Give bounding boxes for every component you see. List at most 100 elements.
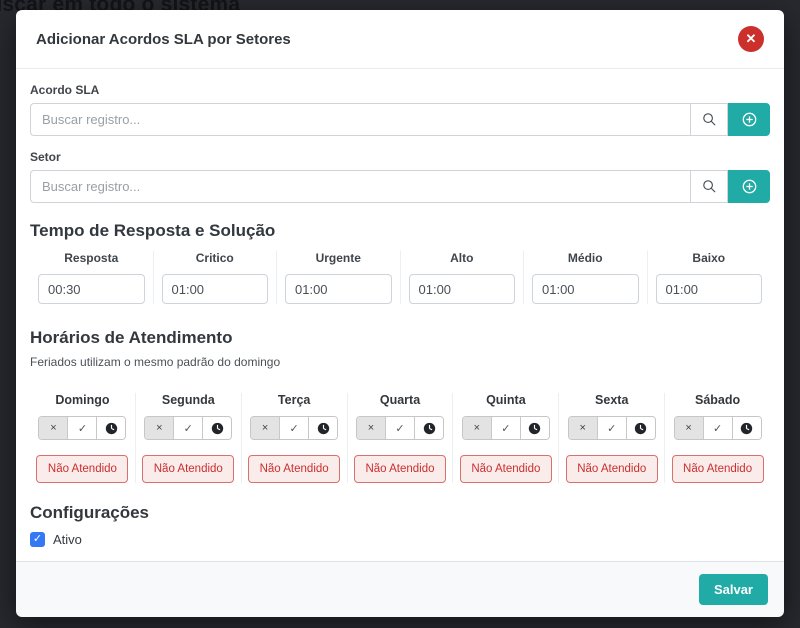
tempo-resposta-input[interactable]	[38, 274, 145, 304]
acordo-sla-add-button[interactable]	[728, 103, 770, 136]
check-icon: ✓	[33, 533, 42, 545]
setor-search-input[interactable]	[30, 170, 690, 203]
modal-footer: Salvar	[16, 561, 784, 617]
clock-icon	[317, 422, 330, 435]
horarios-section-heading: Horários de Atendimento	[30, 328, 770, 348]
mode-schedule-button[interactable]	[520, 417, 549, 439]
day-name: Quarta	[353, 393, 448, 407]
mode-on-button[interactable]: ✓	[67, 417, 96, 439]
mode-off-button[interactable]: ×	[569, 417, 597, 439]
nao-atendido-button-quinta[interactable]: Não Atendido	[460, 455, 552, 483]
day-mode-toggle-domingo: × ✓	[38, 416, 126, 440]
mode-off-button[interactable]: ×	[39, 417, 67, 439]
ativo-checkbox[interactable]: ✓	[30, 532, 45, 547]
clock-icon	[105, 422, 118, 435]
mode-on-button[interactable]: ✓	[703, 417, 732, 439]
save-button[interactable]: Salvar	[699, 574, 768, 605]
check-icon: ✓	[290, 422, 299, 435]
nao-atendido-button-quarta[interactable]: Não Atendido	[354, 455, 446, 483]
plus-circle-icon	[742, 179, 757, 194]
plus-circle-icon	[742, 112, 757, 127]
tempo-col-label: Critico	[162, 251, 269, 265]
ativo-checkbox-row: ✓ Ativo	[30, 532, 770, 547]
search-icon	[702, 179, 717, 194]
check-icon: ✓	[395, 422, 404, 435]
ativo-label: Ativo	[53, 532, 82, 547]
mode-schedule-button[interactable]	[414, 417, 443, 439]
day-col-domingo: Domingo × ✓ Não Atendido	[30, 393, 135, 483]
mode-on-button[interactable]: ✓	[279, 417, 308, 439]
mode-off-button[interactable]: ×	[357, 417, 385, 439]
tempo-critico-input[interactable]	[162, 274, 269, 304]
day-name: Domingo	[35, 393, 130, 407]
x-icon: ×	[368, 422, 374, 434]
close-icon: ✕	[746, 31, 757, 46]
tempo-col-medio: Médio	[523, 251, 647, 304]
tempo-urgente-input[interactable]	[285, 274, 392, 304]
day-name: Terça	[247, 393, 342, 407]
tempo-alto-input[interactable]	[409, 274, 516, 304]
tempo-col-critico: Critico	[153, 251, 277, 304]
check-icon: ✓	[713, 422, 722, 435]
day-name: Segunda	[141, 393, 236, 407]
modal-header: Adicionar Acordos SLA por Setores ✕	[16, 10, 784, 69]
acordo-sla-search-button[interactable]	[690, 103, 728, 136]
horarios-note: Feriados utilizam o mesmo padrão do domi…	[30, 355, 770, 369]
tempo-col-resposta: Resposta	[30, 251, 153, 304]
config-section-heading: Configurações	[30, 503, 770, 523]
day-mode-toggle-sabado: × ✓	[674, 416, 762, 440]
tempo-medio-input[interactable]	[532, 274, 639, 304]
tempo-baixo-input[interactable]	[656, 274, 763, 304]
day-name: Sexta	[564, 393, 659, 407]
mode-off-button[interactable]: ×	[251, 417, 279, 439]
mode-on-button[interactable]: ✓	[597, 417, 626, 439]
tempo-col-urgente: Urgente	[276, 251, 400, 304]
setor-add-button[interactable]	[728, 170, 770, 203]
nao-atendido-button-domingo[interactable]: Não Atendido	[36, 455, 128, 483]
mode-on-button[interactable]: ✓	[173, 417, 202, 439]
tempo-col-baixo: Baixo	[647, 251, 771, 304]
x-icon: ×	[262, 422, 268, 434]
day-name: Quinta	[458, 393, 553, 407]
acordo-sla-field-group: Acordo SLA	[30, 83, 770, 136]
nao-atendido-button-terca[interactable]: Não Atendido	[248, 455, 340, 483]
tempo-columns-row: Resposta Critico Urgente Alto Médio Baix…	[30, 251, 770, 304]
clock-icon	[211, 422, 224, 435]
close-button[interactable]: ✕	[738, 26, 764, 52]
mode-schedule-button[interactable]	[96, 417, 125, 439]
day-col-sexta: Sexta × ✓ Não Atendido	[558, 393, 664, 483]
tempo-col-label: Alto	[409, 251, 516, 265]
acordo-sla-search-input[interactable]	[30, 103, 690, 136]
x-icon: ×	[685, 422, 691, 434]
setor-input-group	[30, 170, 770, 203]
mode-on-button[interactable]: ✓	[385, 417, 414, 439]
clock-icon	[528, 422, 541, 435]
check-icon: ✓	[184, 422, 193, 435]
mode-schedule-button[interactable]	[732, 417, 761, 439]
nao-atendido-button-segunda[interactable]: Não Atendido	[142, 455, 234, 483]
setor-search-button[interactable]	[690, 170, 728, 203]
tempo-col-label: Urgente	[285, 251, 392, 265]
x-icon: ×	[50, 422, 56, 434]
nao-atendido-button-sabado[interactable]: Não Atendido	[672, 455, 764, 483]
day-mode-toggle-quinta: × ✓	[462, 416, 550, 440]
mode-schedule-button[interactable]	[626, 417, 655, 439]
day-col-quarta: Quarta × ✓ Não Atendido	[347, 393, 453, 483]
nao-atendido-button-sexta[interactable]: Não Atendido	[566, 455, 658, 483]
day-col-segunda: Segunda × ✓ Não Atendido	[135, 393, 241, 483]
mode-off-button[interactable]: ×	[675, 417, 703, 439]
mode-on-button[interactable]: ✓	[491, 417, 520, 439]
day-name: Sábado	[670, 393, 765, 407]
day-mode-toggle-terca: × ✓	[250, 416, 338, 440]
days-row: Domingo × ✓ Não Atendido Segunda × ✓ Não…	[30, 393, 770, 483]
mode-schedule-button[interactable]	[202, 417, 231, 439]
modal-body: Acordo SLA Setor	[16, 69, 784, 561]
x-icon: ×	[156, 422, 162, 434]
mode-off-button[interactable]: ×	[463, 417, 491, 439]
mode-schedule-button[interactable]	[308, 417, 337, 439]
tempo-col-label: Baixo	[656, 251, 763, 265]
day-mode-toggle-sexta: × ✓	[568, 416, 656, 440]
day-mode-toggle-segunda: × ✓	[144, 416, 232, 440]
tempo-col-label: Resposta	[38, 251, 145, 265]
mode-off-button[interactable]: ×	[145, 417, 173, 439]
